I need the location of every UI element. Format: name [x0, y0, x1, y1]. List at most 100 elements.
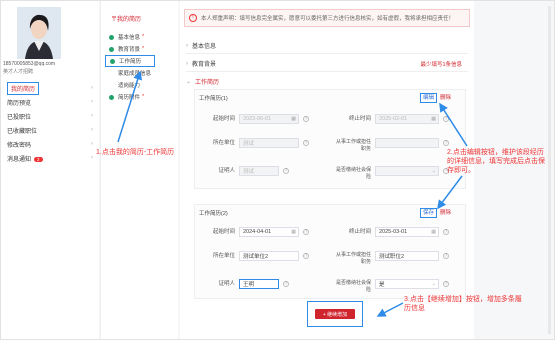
field-value: 2025-02-01: [379, 116, 408, 122]
save-button[interactable]: 保存: [419, 208, 437, 218]
field-label: 从事工作或担任职务: [335, 252, 371, 265]
calendar-icon: ▦: [291, 116, 296, 122]
help-icon: ?: [303, 253, 309, 259]
help-icon: ?: [443, 140, 449, 146]
end-date-field[interactable]: 2025-02-01 ▦: [375, 114, 439, 124]
subnav-item-work-history[interactable]: 工作简历: [105, 55, 155, 67]
field-label: 所在单位: [212, 140, 235, 146]
info-icon: !: [189, 14, 197, 22]
section-title: 教育背景: [192, 62, 217, 68]
reference-field[interactable]: 王明: [239, 279, 279, 289]
section-hint: 最少填写1条信息: [420, 61, 462, 68]
check-dot-icon: [110, 58, 115, 64]
nav-item-saved-jobs[interactable]: 已收藏职位 ›: [1, 123, 99, 137]
section-work-history[interactable]: ⌄ 工作简历: [186, 77, 470, 86]
subnav-label: 适岗能力: [118, 83, 141, 89]
notice-text: 本人郑重声明：填写信息完全属实，愿意可以委托第三方进行信息核实，如有虚假，我将承…: [201, 16, 455, 22]
check-dot-icon: [109, 34, 114, 40]
subnav-item-basic-info[interactable]: 基本信息 *: [105, 31, 177, 43]
subnav-item-education[interactable]: 教育背景 *: [105, 43, 177, 55]
field-value: 测试职位2: [379, 254, 405, 260]
avatar: [17, 7, 61, 59]
nav-label: 简历预览: [7, 100, 32, 107]
field-label: 是否缴纳社会保险: [335, 167, 371, 180]
help-icon: ?: [283, 168, 289, 174]
form-row: 所在单位 测试单位2 ? 从事工作或担任职务 测试职位2 ?: [195, 251, 465, 265]
delete-button[interactable]: 删除: [440, 210, 451, 216]
divider: [186, 53, 468, 54]
resume-main: ! 本人郑重声明：填写信息完全属实，愿意可以委托第三方进行信息核实，如有虚假，我将…: [180, 1, 474, 339]
delete-button[interactable]: 删除: [440, 95, 451, 101]
subnav-label: 教育背景: [118, 47, 141, 53]
nav-item-my-resume[interactable]: 我的简历 ›: [1, 81, 99, 95]
subnav-item-family[interactable]: 家庭成员信息: [105, 67, 177, 79]
company-field[interactable]: 测试单位2: [239, 251, 299, 261]
section-title: 基本信息: [192, 44, 217, 50]
help-icon: ?: [443, 281, 449, 287]
nav-item-applied-jobs[interactable]: 已投职位 ›: [1, 109, 99, 123]
field-label: 终止时间: [348, 116, 371, 122]
reference-field[interactable]: 测试: [239, 166, 279, 176]
field-value: 2025-03-01: [379, 229, 408, 235]
chevron-right-icon: ›: [186, 60, 188, 67]
scrollbar[interactable]: [548, 6, 551, 334]
help-icon: ?: [443, 253, 449, 259]
subnav-item-attachments[interactable]: 简历附件 *: [105, 91, 177, 103]
calendar-icon: ▦: [431, 116, 436, 122]
help-icon: ?: [303, 140, 309, 146]
chevron-right-icon: ›: [91, 141, 93, 147]
start-date-field[interactable]: 2024-04-01 ▦: [239, 227, 299, 237]
help-icon: ?: [303, 116, 309, 122]
field-value: 测试: [243, 169, 255, 175]
company-field[interactable]: 测试: [239, 138, 299, 148]
check-dot-icon: [109, 46, 114, 52]
nav-item-change-password[interactable]: 修改密码 ›: [1, 137, 99, 151]
chevron-right-icon: ›: [186, 42, 188, 49]
section-basic-info[interactable]: › 基本信息: [186, 41, 470, 51]
insurance-select[interactable]: ⌄: [375, 166, 439, 176]
field-value: 是: [379, 282, 385, 288]
chevron-right-icon: ›: [91, 99, 93, 105]
entry-actions: 保存 删除: [419, 208, 451, 218]
work-entry-2: 工作简历(2) 保存 删除 起始时间 2024-04-01 ▦ ? 终止时间 202…: [194, 204, 466, 299]
form-row: 起始时间 2024-04-01 ▦ ? 终止时间 2025-03-01 ▦ ?: [195, 227, 465, 241]
field-label: 起始时间: [212, 116, 235, 122]
check-dot-icon: [109, 94, 114, 100]
chevron-down-icon: ⌄: [431, 168, 436, 174]
entry-title: 工作简历(1): [199, 96, 228, 102]
subnav-item-ability[interactable]: 适岗能力: [105, 79, 177, 91]
chevron-right-icon: ›: [91, 113, 93, 119]
user-email: 18570005853@qq.com: [3, 61, 56, 67]
nav-label: 已收藏职位: [7, 128, 38, 135]
notification-badge: 2: [34, 156, 43, 162]
nav-label: 已投职位: [7, 114, 32, 121]
insurance-select[interactable]: 是 ⌄: [375, 279, 439, 289]
nav-label: 消息通知: [7, 156, 32, 163]
start-date-field[interactable]: 2023-06-01 ▦: [239, 114, 299, 124]
field-value: 王明: [243, 282, 255, 288]
divider: [186, 71, 468, 72]
field-value: 测试: [243, 141, 255, 147]
calendar-icon: ▦: [291, 229, 296, 235]
position-field[interactable]: [375, 138, 439, 148]
subnav-label: 工作简历: [119, 59, 142, 65]
chevron-down-icon: ⌄: [186, 79, 192, 85]
field-label: 证明人: [218, 168, 235, 174]
section-title: 工作简历: [195, 80, 220, 86]
required-mark: *: [142, 34, 145, 40]
edit-button[interactable]: 编辑: [419, 93, 437, 103]
form-row: 所在单位 测试 ? 从事工作或担任职务 ?: [195, 138, 465, 152]
position-field[interactable]: 测试职位2: [375, 251, 439, 261]
work-entry-1: 工作简历(1) 编辑 删除 起始时间 2023-06-01 ▦ ? 终止时间 202…: [194, 89, 466, 189]
calendar-icon: ▦: [431, 229, 436, 235]
user-sidebar: 18570005853@qq.com 英才人才招聘 我的简历 › 简历预览 › 已投…: [1, 1, 99, 339]
section-education[interactable]: › 教育背景 最少填写1条信息: [186, 59, 470, 69]
add-entry-button[interactable]: + 继续增加: [315, 309, 355, 319]
nav-label: 我的简历: [7, 81, 40, 95]
nav-item-resume-preview[interactable]: 简历预览 ›: [1, 95, 99, 109]
nav-item-notifications[interactable]: 消息通知 2 ›: [1, 151, 99, 165]
field-label: 是否缴纳社会保险: [335, 280, 371, 293]
nav-label: 修改密码: [7, 142, 32, 149]
subnav-label: 基本信息: [118, 35, 141, 41]
end-date-field[interactable]: 2025-03-01 ▦: [375, 227, 439, 237]
